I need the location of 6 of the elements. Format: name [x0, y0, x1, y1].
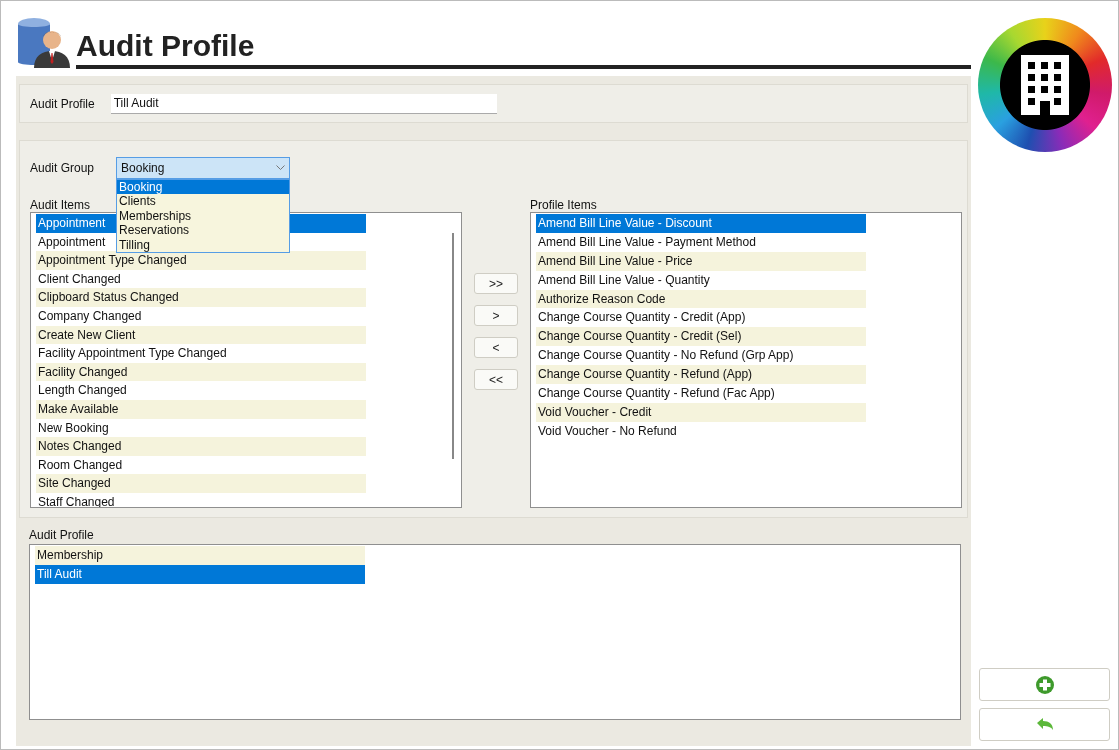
page-title: Audit Profile [76, 29, 255, 63]
field-label: Audit Profile [30, 96, 95, 111]
field-label: Profile Items [530, 198, 597, 212]
field-label: Audit Items [30, 198, 91, 212]
field-label: Audit Profile [29, 528, 94, 542]
field-label: Audit Group [30, 160, 95, 175]
